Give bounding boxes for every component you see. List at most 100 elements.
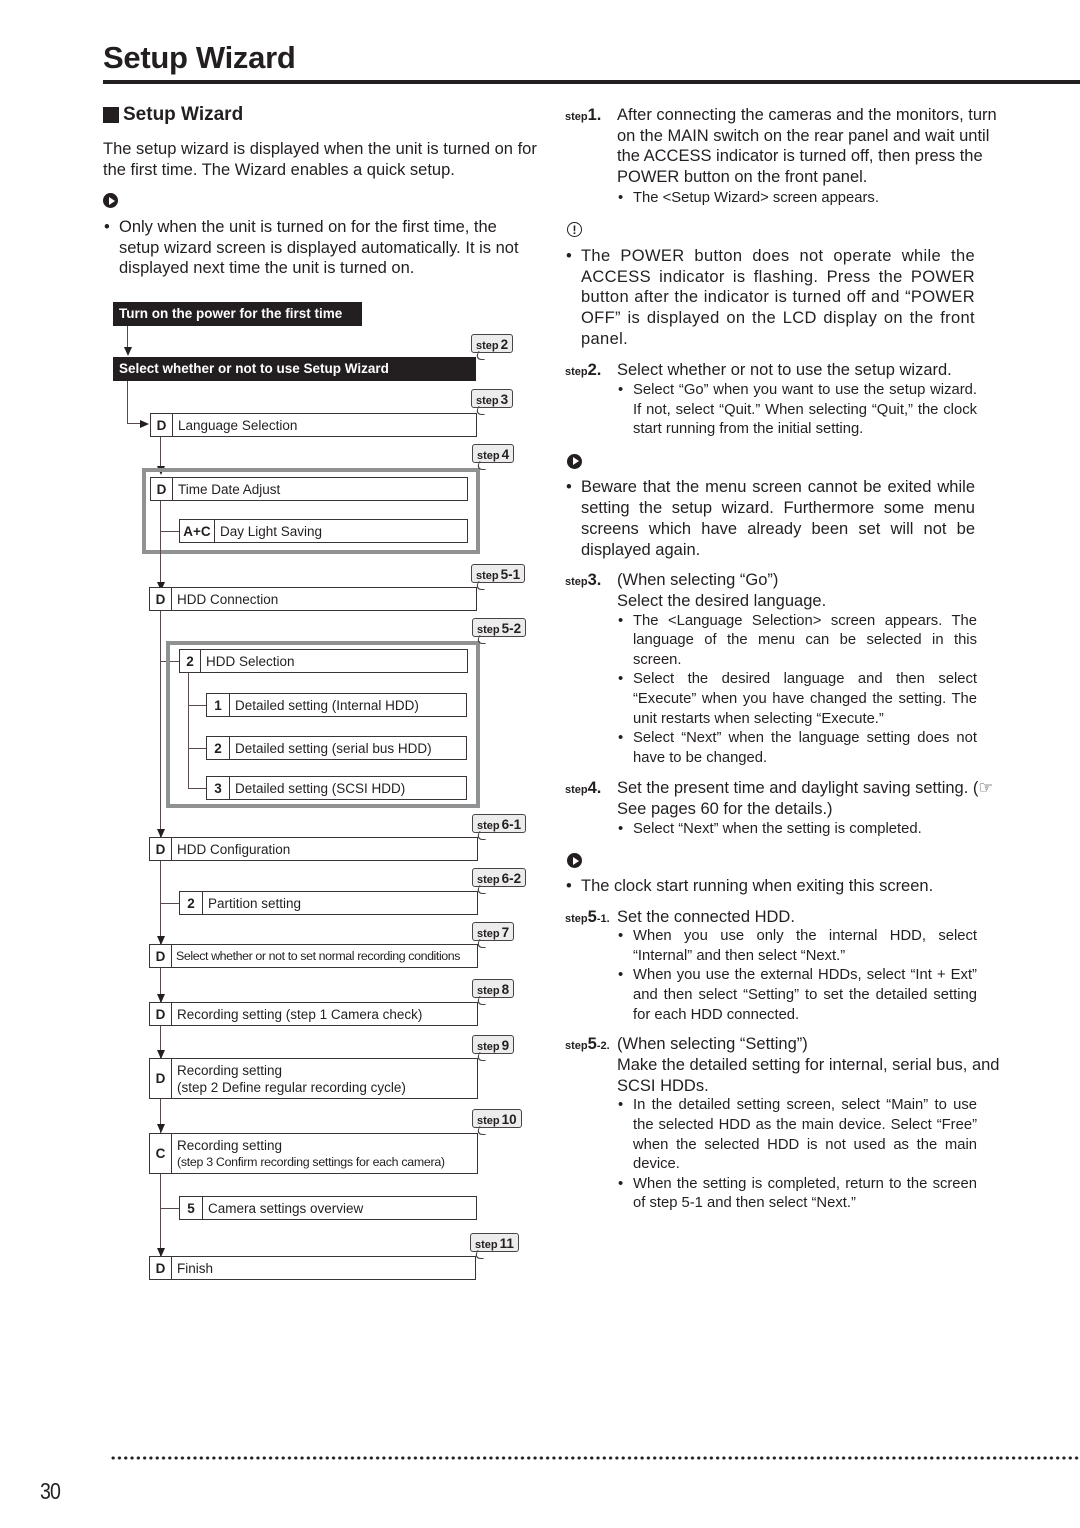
flow-node-camera-overview: 5 Camera settings overview [179, 1196, 477, 1220]
node-label-line1: Recording setting [177, 1062, 283, 1078]
node-tag: 2 [180, 892, 203, 914]
step-prefix: step [565, 1040, 588, 1053]
arrow-down-icon [124, 347, 132, 356]
step-prefix: step [477, 1115, 500, 1127]
step-callout: step 3 [471, 389, 514, 415]
step-callout: step 11 [470, 1233, 519, 1259]
node-tag: 2 [180, 650, 201, 672]
step-num: 3. [587, 571, 602, 590]
arrow-down-icon [157, 466, 165, 475]
connector [160, 903, 179, 905]
step-body: After connecting the cameras and the mon… [617, 105, 1005, 208]
node-label-line1: Recording setting [177, 1137, 283, 1153]
connector [188, 673, 190, 789]
step-prefix: step [477, 820, 500, 832]
step-body: (When selecting “Go”) Select the desired… [617, 570, 1005, 768]
flow-node-recording-cycle: D Recording setting (step 2 Define regul… [149, 1058, 478, 1099]
step-number: 5-1 [500, 567, 521, 582]
step-sub: -2. [596, 1040, 610, 1053]
step-number: step5-2. [565, 1034, 617, 1214]
node-tag: D [151, 414, 173, 436]
node-label-line2: (step 3 Confirm recording settings for e… [177, 1154, 445, 1169]
flow-node-day-light-saving: A+C Day Light Saving [179, 519, 468, 543]
step-number: step5-1. [565, 907, 617, 1026]
node-tag: D [150, 945, 172, 967]
step-number: 4 [501, 447, 510, 462]
note-arrow-icon [567, 453, 582, 469]
step-number: 10 [501, 1112, 517, 1127]
step-num: 1. [587, 106, 602, 124]
right-column: step 1. After connecting the cameras and … [565, 105, 1005, 1214]
flow-node-recording-confirm: C Recording setting (step 3 Confirm reco… [149, 1133, 478, 1174]
step-prefix: step [477, 928, 500, 940]
step-prefix: step [476, 340, 499, 352]
step-bullet: Select “Next” when the language setting … [617, 729, 977, 768]
connector [127, 381, 129, 424]
node-tag: D [150, 588, 172, 610]
flow-node-time-date-adjust: D Time Date Adjust [150, 477, 468, 501]
node-tag: D [150, 1059, 172, 1098]
group-time-settings [142, 468, 480, 554]
flow-node-detailed-internal: 1 Detailed setting (Internal HDD) [206, 693, 467, 717]
node-label-line2: (step 2 Define regular recording cycle) [177, 1079, 406, 1095]
step-number: 6-2 [501, 871, 522, 886]
step-number: step2. [565, 360, 617, 439]
footer-dotted-rule [110, 1456, 1080, 1460]
node-tag: C [150, 1134, 172, 1173]
arrow-down-icon [157, 582, 165, 591]
step-prefix: step [476, 570, 499, 582]
step-bullet: In the detailed setting screen, select “… [617, 1096, 977, 1174]
arrow-down-icon [157, 829, 165, 838]
arrow-down-icon [157, 936, 165, 945]
step-prefix: step [565, 576, 588, 589]
step-callout: step 2 [471, 334, 514, 360]
step-bullet: The <Setup Wizard> screen appears. [617, 189, 1005, 209]
page-title: Setup Wizard [103, 40, 296, 75]
connector [188, 748, 206, 750]
step-bullet: Select “Go” when you want to use the set… [617, 381, 977, 440]
flow-node-hdd-configuration: D HDD Configuration [149, 837, 478, 861]
step-bullet: Select “Next” when the setting is comple… [617, 820, 1005, 840]
step-prefix: step [476, 395, 499, 407]
connector [160, 611, 162, 837]
step-bullet: When you use only the internal HDD, sele… [617, 927, 977, 966]
connector [188, 788, 206, 790]
connector [127, 423, 141, 425]
step-prefix: step [477, 874, 500, 886]
step-prefix: step [477, 1041, 500, 1053]
node-tag: 3 [207, 777, 230, 799]
connector [188, 705, 206, 707]
step-text: Select the desired language. [617, 591, 827, 610]
step-1: step1. After connecting the cameras and … [565, 105, 1005, 208]
node-label: Recording setting (step 2 Define regular… [172, 1059, 406, 1098]
step-number: 9 [501, 1038, 510, 1053]
node-tag: D [150, 838, 172, 860]
step-prefix: step [477, 450, 500, 462]
connector [160, 1099, 162, 1133]
node-tag: D [150, 1003, 172, 1025]
step-text: (When selecting “Go”) [617, 571, 779, 590]
step-bullet: The <Language Selection> screen appears.… [617, 612, 977, 671]
title-rule [103, 80, 1080, 84]
flow-node-hdd-connection: D HDD Connection [149, 587, 477, 611]
step-num: 5 [587, 907, 597, 926]
step-number: 6-1 [501, 817, 522, 832]
connector [160, 1026, 162, 1059]
step-callout: step 6-1 [472, 814, 527, 840]
step-num: 2. [587, 361, 602, 380]
node-label: Detailed setting (SCSI HDD) [235, 780, 406, 796]
section-heading: Setup Wizard [103, 104, 243, 126]
caution-bullet: The POWER button does not operate while … [565, 246, 975, 350]
node-label: HDD Configuration [177, 841, 291, 857]
step-callout: step 5-2 [472, 618, 527, 644]
step-number: 7 [501, 925, 510, 940]
flow-node-language-selection: D Language Selection [150, 413, 477, 437]
node-label: Detailed setting (Internal HDD) [235, 697, 419, 713]
step-callout: step 4 [472, 444, 515, 470]
flow-node-detailed-scsi: 3 Detailed setting (SCSI HDD) [206, 776, 467, 800]
step-prefix: step [565, 912, 588, 925]
step-prefix: step [477, 985, 500, 997]
node-label: Detailed setting (serial bus HDD) [235, 740, 432, 756]
step-number: 2 [500, 337, 509, 352]
step-prefix: step [565, 366, 588, 379]
